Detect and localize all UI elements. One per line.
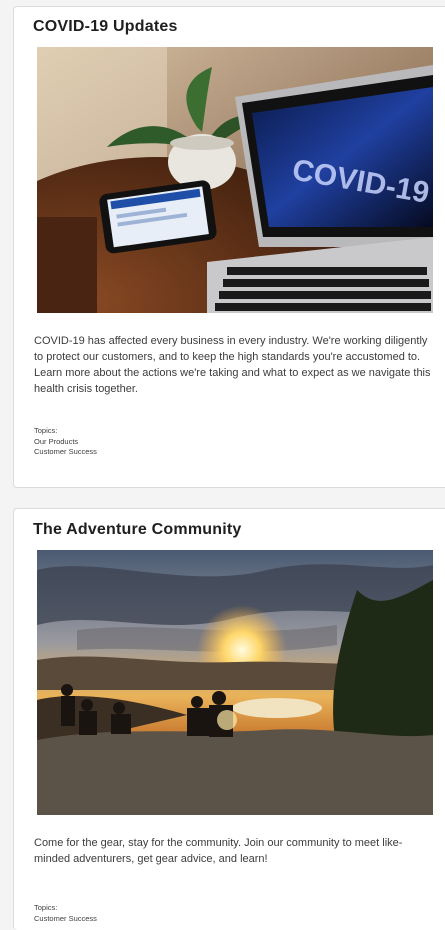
covid-laptop-image[interactable]: COVID-19: [37, 47, 433, 313]
card-title[interactable]: The Adventure Community: [33, 521, 241, 539]
card-description: Come for the gear, stay for the communit…: [34, 837, 403, 865]
card-description: COVID-19 has affected every business in …: [34, 335, 431, 395]
news-card-adventure: The Adventure Community Come for the gea…: [13, 508, 445, 930]
card-title[interactable]: COVID-19 Updates: [33, 18, 178, 36]
sunset-hikers-image[interactable]: [37, 550, 433, 815]
news-card-covid: COVID-19 Updates COVID-19 COVID-19 has a…: [13, 6, 445, 488]
topics-label: Topics:: [34, 426, 58, 435]
topic-link-our-products[interactable]: Our Products: [34, 437, 97, 448]
topic-link-customer-success[interactable]: Customer Success: [34, 447, 97, 458]
topics-list: Topics: Customer Success: [34, 903, 97, 924]
topics-label: Topics:: [34, 903, 58, 912]
topics-list: Topics: Our Products Customer Success: [34, 426, 97, 458]
topic-link-customer-success[interactable]: Customer Success: [34, 914, 97, 925]
